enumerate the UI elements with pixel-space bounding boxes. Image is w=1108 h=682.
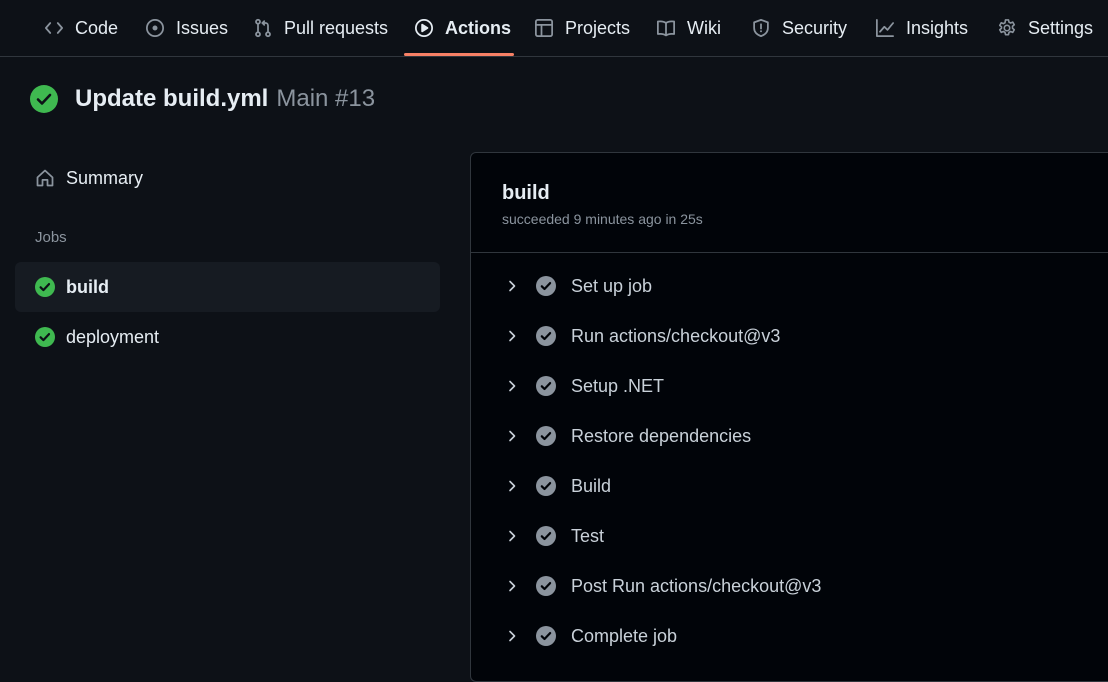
tab-label: Wiki: [687, 17, 721, 38]
step-label: Test: [571, 525, 605, 546]
run-header: Update build.yml Main #13: [30, 82, 375, 116]
step-restore-dependencies[interactable]: Restore dependencies: [471, 411, 1108, 461]
step-setup-dotnet[interactable]: Setup .NET: [471, 361, 1108, 411]
chevron-right-icon: [509, 280, 516, 292]
run-title: Update build.yml: [75, 85, 269, 112]
home-icon: [36, 169, 54, 187]
sidebar-item-label: Summary: [66, 167, 144, 188]
chevron-right-icon: [509, 630, 516, 642]
step-post-run-checkout[interactable]: Post Run actions/checkout@v3: [471, 561, 1108, 611]
tab-actions[interactable]: Actions: [414, 0, 511, 56]
step-label: Run actions/checkout@v3: [571, 325, 781, 346]
tab-issues[interactable]: Issues: [145, 0, 228, 56]
check-circle-icon: [536, 376, 556, 396]
chevron-right-icon: [509, 380, 516, 392]
sidebar-job-label: build: [66, 276, 109, 297]
pull-request-icon: [253, 18, 284, 38]
step-set-up-job[interactable]: Set up job: [471, 261, 1108, 311]
tab-label: Security: [782, 17, 848, 38]
check-circle-icon: [536, 426, 556, 446]
tab-label: Issues: [176, 17, 229, 38]
gear-icon: [997, 18, 1028, 38]
sidebar-job-deployment[interactable]: deployment: [15, 312, 440, 362]
check-circle-icon: [536, 326, 556, 346]
tab-settings[interactable]: Settings: [997, 0, 1093, 56]
check-circle-icon: [536, 276, 556, 296]
chevron-right-icon: [509, 530, 516, 542]
chevron-right-icon: [509, 430, 516, 442]
repo-nav: Code Issues Pull requests Actions Projec…: [0, 0, 1108, 57]
graph-icon: [875, 18, 906, 38]
step-label: Setup .NET: [571, 375, 665, 396]
step-label: Complete job: [571, 625, 678, 646]
check-circle-icon: [536, 626, 556, 646]
play-icon: [414, 18, 445, 38]
tab-insights[interactable]: Insights: [875, 0, 968, 56]
chevron-right-icon: [509, 480, 516, 492]
check-circle-icon: [536, 576, 556, 596]
job-header: build succeeded 9 minutes ago in 25s: [471, 153, 1108, 253]
step-label: Build: [571, 475, 612, 496]
check-circle-icon: [536, 526, 556, 546]
chevron-right-icon: [509, 580, 516, 592]
success-check-icon: [30, 85, 58, 113]
sidebar-job-label: deployment: [66, 326, 160, 347]
check-circle-icon: [536, 476, 556, 496]
step-complete-job[interactable]: Complete job: [471, 611, 1108, 661]
tab-pull-requests[interactable]: Pull requests: [253, 0, 388, 56]
tab-label: Code: [75, 17, 119, 38]
tab-label: Pull requests: [284, 17, 389, 38]
tab-label: Settings: [1028, 17, 1094, 38]
step-label: Restore dependencies: [571, 425, 752, 446]
tab-label: Actions: [445, 17, 512, 38]
tab-label: Insights: [906, 17, 969, 38]
tab-label: Projects: [565, 17, 631, 38]
code-icon: [44, 18, 75, 38]
active-tab-underline: [404, 53, 514, 56]
book-icon: [656, 18, 687, 38]
job-status-meta: succeeded 9 minutes ago in 25s: [502, 211, 703, 227]
run-workflow-number: Main #13: [276, 85, 376, 112]
tab-security[interactable]: Security: [751, 0, 847, 56]
step-run-checkout[interactable]: Run actions/checkout@v3: [471, 311, 1108, 361]
table-icon: [534, 18, 565, 38]
step-test[interactable]: Test: [471, 511, 1108, 561]
job-title: build: [502, 182, 550, 204]
jobs-heading: Jobs: [35, 229, 67, 246]
tab-code[interactable]: Code: [44, 0, 118, 56]
tab-wiki[interactable]: Wiki: [656, 0, 721, 56]
success-check-icon: [35, 327, 55, 347]
issue-icon: [145, 18, 176, 38]
success-check-icon: [35, 277, 55, 297]
shield-icon: [751, 18, 782, 38]
step-build[interactable]: Build: [471, 461, 1108, 511]
step-label: Post Run actions/checkout@v3: [571, 575, 822, 596]
chevron-right-icon: [509, 330, 516, 342]
tab-projects[interactable]: Projects: [534, 0, 630, 56]
job-panel: build succeeded 9 minutes ago in 25s Set…: [470, 152, 1108, 682]
sidebar-item-summary[interactable]: Summary: [15, 158, 440, 198]
sidebar-job-build[interactable]: build: [15, 262, 440, 312]
step-label: Set up job: [571, 275, 653, 296]
